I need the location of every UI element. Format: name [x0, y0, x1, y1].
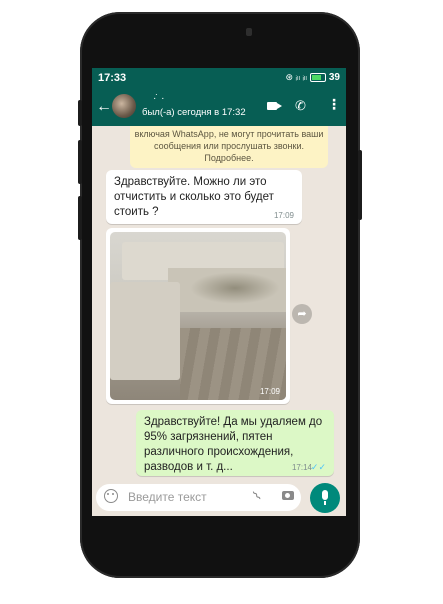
mic-button[interactable] — [310, 483, 340, 513]
volume-button-3 — [78, 196, 82, 240]
video-call-icon[interactable] — [267, 102, 282, 110]
power-button — [358, 150, 362, 220]
share-icon[interactable]: ➦ — [292, 304, 312, 324]
photo-time: 17:09 — [259, 387, 280, 396]
volume-button — [78, 100, 82, 126]
message-text: Здравствуйте. Можно ли это отчистить и с… — [114, 176, 274, 218]
battery-icon — [309, 73, 326, 82]
contact-name[interactable]: ·̇ · — [153, 93, 165, 104]
back-arrow-icon[interactable]: ← — [96, 98, 112, 116]
message-incoming[interactable]: Здравствуйте. Можно ли это отчистить и с… — [106, 170, 302, 224]
message-time: 17:14 — [291, 463, 312, 472]
status-icons: ⊛ ᵢₗₗ ᵢₗₗ 39 — [286, 72, 340, 83]
menu-dots-icon[interactable]: ⋮ — [327, 97, 341, 111]
battery-level: 39 — [328, 72, 340, 83]
message-photo[interactable]: 17:09 — [106, 228, 290, 404]
chat-area: включая WhatsApp, не могут прочитать ваш… — [92, 126, 346, 516]
attach-icon[interactable]: ⌇ — [250, 488, 265, 504]
signal-icons: ⊛ ᵢₗₗ ᵢₗₗ — [285, 72, 307, 82]
status-time: 17:33 — [98, 72, 127, 84]
encryption-notice[interactable]: включая WhatsApp, не могут прочитать ваш… — [130, 126, 328, 168]
photo-sofa-chaise — [110, 282, 180, 380]
read-ticks-icon: ✓✓ — [310, 462, 326, 472]
phone-screen: 17:33 ⊛ ᵢₗₗ ᵢₗₗ 39 ← ·̇ · был(-а) сегодн… — [92, 68, 346, 516]
volume-button-2 — [78, 140, 82, 184]
input-placeholder: Введите текст — [128, 490, 207, 504]
message-input[interactable]: Введите текст ⌇ — [96, 484, 301, 511]
phone-call-icon[interactable]: ✆ — [295, 98, 306, 114]
status-bar: 17:33 ⊛ ᵢₗₗ ᵢₗₗ 39 — [92, 68, 346, 90]
message-time: 17:09 — [273, 211, 294, 220]
photo-stain — [190, 272, 280, 304]
camera-notch — [246, 28, 252, 36]
message-outgoing[interactable]: Здравствуйте! Да мы удаляем до 95% загря… — [136, 410, 334, 476]
last-seen: был(-а) сегодня в 17:32 — [142, 107, 246, 118]
sofa-photo[interactable]: 17:09 — [110, 232, 286, 400]
mic-icon — [322, 490, 328, 505]
emoji-icon[interactable] — [104, 489, 118, 503]
input-bar: Введите текст ⌇ — [92, 483, 346, 516]
camera-icon[interactable] — [282, 491, 294, 500]
chat-header: ← ·̇ · был(-а) сегодня в 17:32 ✆ ⋮ — [92, 90, 346, 126]
avatar[interactable] — [112, 94, 136, 118]
